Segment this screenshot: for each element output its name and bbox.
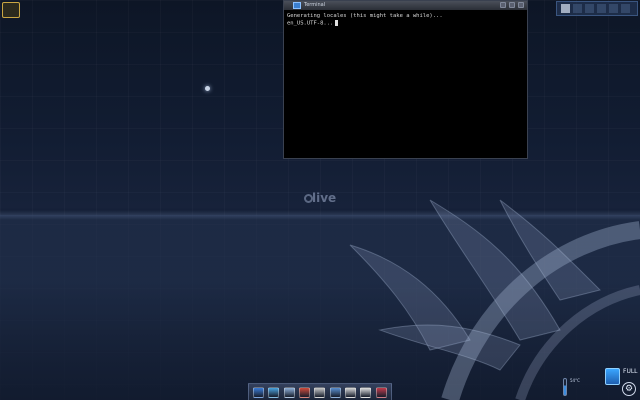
minimize-button[interactable] <box>500 2 506 8</box>
workspace-3[interactable] <box>585 4 594 13</box>
battery-label: FULL <box>623 368 638 375</box>
terminal-app-icon <box>293 2 301 9</box>
workspace-5[interactable] <box>609 4 618 13</box>
dock <box>248 383 392 400</box>
workspace-switcher[interactable] <box>556 1 638 16</box>
terminal-icon[interactable] <box>345 386 357 398</box>
workspace-4[interactable] <box>597 4 606 13</box>
temperature-label: 54°C <box>570 378 580 383</box>
terminal-title: Terminal <box>304 2 326 8</box>
thermometer-icon <box>563 378 567 396</box>
terminal-output[interactable]: Generating locales (this might take a wh… <box>284 10 527 31</box>
terminal-line: Generating locales (this might take a wh… <box>287 13 443 19</box>
terminal-titlebar[interactable]: Terminal <box>284 1 527 10</box>
live-watermark: live <box>300 188 340 218</box>
file-manager-icon[interactable] <box>283 386 295 398</box>
system-menu-icon[interactable]: ⚙ <box>622 382 636 396</box>
desktop-app-icon[interactable] <box>2 2 20 18</box>
cd-burner-icon[interactable] <box>360 386 372 398</box>
battery-icon[interactable] <box>605 368 620 385</box>
chat-icon[interactable] <box>329 386 341 398</box>
terminal-window[interactable]: Terminal Generating locales (this might … <box>283 0 528 159</box>
terminal-line: en_US.UTF-8... <box>287 20 524 28</box>
image-editor-icon[interactable] <box>375 386 387 398</box>
terminal-cursor <box>335 20 339 26</box>
media-player-icon[interactable] <box>299 386 311 398</box>
live-watermark-text: live <box>312 191 337 205</box>
mail-icon[interactable] <box>314 386 326 398</box>
close-button[interactable] <box>518 2 524 8</box>
globe-icon[interactable] <box>268 386 280 398</box>
monitor-icon[interactable] <box>253 386 265 398</box>
workspace-1[interactable] <box>561 4 570 13</box>
workspace-6[interactable] <box>621 4 630 13</box>
workspace-2[interactable] <box>573 4 582 13</box>
maximize-button[interactable] <box>509 2 515 8</box>
